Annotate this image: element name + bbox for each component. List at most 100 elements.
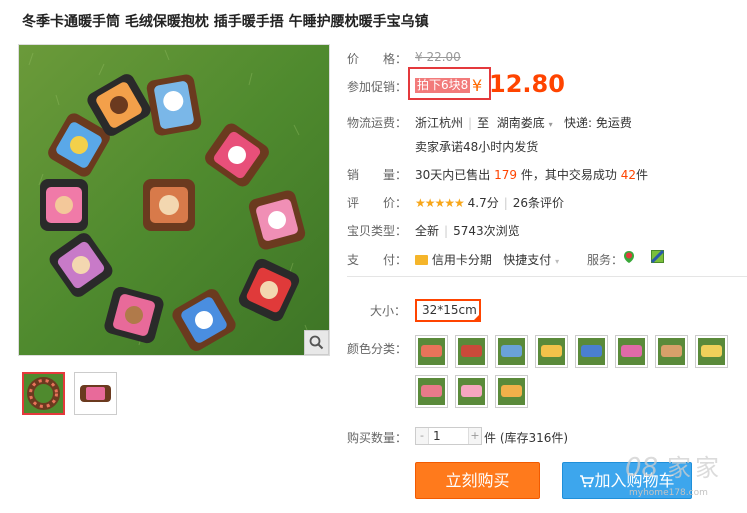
- payment-info: 信用卡分期 快捷支付 ▾: [415, 251, 559, 268]
- ship-promise: 卖家承诺48小时内发货: [415, 140, 539, 154]
- pillow-icon: [461, 345, 482, 357]
- service-quality-icon[interactable]: [650, 249, 665, 266]
- pillow-icon: [501, 345, 522, 357]
- swatch-thumbnail: [538, 338, 565, 365]
- express-fee: 快递: 免运费: [564, 116, 632, 130]
- success-count: 42: [620, 168, 636, 182]
- shipping-info: 浙江杭州 | 至 湖南娄底 ▾ 快递: 免运费: [415, 116, 632, 130]
- rating-score: 4.7分: [467, 196, 499, 210]
- buy-now-button[interactable]: 立刻购买: [415, 462, 540, 499]
- type-label: 宝贝类型：: [347, 224, 408, 238]
- swatch-thumbnail: [498, 338, 525, 365]
- promo-label: 参加促销：: [347, 80, 408, 94]
- pillow-icon: [421, 345, 442, 357]
- pillow-icon: [421, 385, 442, 397]
- sold-count: 179: [494, 168, 518, 182]
- condition: 全新: [415, 224, 440, 238]
- price-label: 价 格：: [347, 52, 408, 66]
- pillow-icon: [581, 345, 602, 357]
- color-swatch[interactable]: [655, 335, 688, 368]
- sales-info: 30天内已售出 179 件，其中交易成功 42件: [415, 166, 648, 183]
- swatch-thumbnail: [498, 378, 525, 405]
- pillow-icon: [621, 345, 642, 357]
- quantity-decrease-button[interactable]: -: [416, 428, 428, 444]
- thumbnail-1-image: [24, 374, 63, 413]
- size-option-selected[interactable]: 32*15cm: [415, 299, 481, 322]
- pillow-icon: [501, 385, 522, 397]
- color-swatch[interactable]: [695, 335, 728, 368]
- color-swatch[interactable]: [415, 375, 448, 408]
- chevron-down-icon: ▾: [555, 257, 560, 266]
- ship-to-value: 湖南娄底: [496, 116, 545, 130]
- current-price: 12.80: [489, 70, 565, 98]
- sales-mid: 件，其中交易成功: [520, 168, 617, 182]
- thumbnail-1[interactable]: [22, 372, 65, 415]
- type-info: 全新 | 5743次浏览: [415, 224, 520, 238]
- thumbnail-2[interactable]: [74, 372, 117, 415]
- rating-info: ★★★★★ 4.7分 | 26条评价: [415, 196, 565, 210]
- pillow-icon: [541, 345, 562, 357]
- rating-label: 评 价：: [347, 196, 408, 210]
- color-swatch[interactable]: [455, 335, 488, 368]
- size-option-label: 32*15cm: [422, 303, 477, 317]
- quantity-increase-button[interactable]: +: [469, 428, 481, 444]
- pillow-icon: [701, 345, 722, 357]
- swatch-thumbnail: [418, 338, 445, 365]
- currency-symbol: ¥: [472, 76, 483, 95]
- color-swatch[interactable]: [455, 375, 488, 408]
- color-label: 颜色分类：: [347, 342, 408, 356]
- color-swatch[interactable]: [495, 335, 528, 368]
- sales-suffix: 件: [635, 168, 648, 182]
- color-swatch[interactable]: [615, 335, 648, 368]
- credit-card-icon: [415, 255, 428, 265]
- swatch-thumbnail: [458, 338, 485, 365]
- cart-icon: [579, 465, 595, 500]
- svg-text:08: 08: [625, 453, 658, 483]
- section-divider: [347, 276, 747, 277]
- review-count-link[interactable]: 26条评价: [513, 196, 564, 210]
- pillow-icon: [661, 345, 682, 357]
- original-price-value: ¥ 22.00: [415, 50, 461, 64]
- magnifier-icon: [309, 335, 324, 350]
- quantity-label: 购买数量：: [347, 431, 408, 445]
- sales-prefix: 30天内已售出: [415, 168, 491, 182]
- color-swatch[interactable]: [495, 375, 528, 408]
- ship-from: 浙江杭州: [415, 116, 464, 130]
- swatch-thumbnail: [458, 378, 485, 405]
- credit-installment-link[interactable]: 信用卡分期: [432, 253, 492, 267]
- product-title: 冬季卡通暖手筒 毛绒保暖抱枕 插手暖手捂 午睡护腰枕暖手宝乌镇: [22, 14, 429, 30]
- zoom-button[interactable]: [304, 330, 329, 355]
- selected-check-icon: [473, 314, 480, 321]
- swatch-thumbnail: [658, 338, 685, 365]
- thumbnail-2-image: [75, 373, 116, 414]
- original-price: ¥ 22.00: [415, 50, 461, 64]
- pillow-icon: [461, 385, 482, 397]
- quick-pay-dropdown[interactable]: 快捷支付 ▾: [503, 253, 559, 267]
- view-count: 5743次浏览: [453, 224, 520, 238]
- swatch-thumbnail: [698, 338, 725, 365]
- star-rating-icon: ★★★★★: [415, 196, 465, 210]
- quantity-input[interactable]: 1: [428, 428, 469, 444]
- payment-label: 支 付：: [347, 253, 408, 267]
- color-swatch[interactable]: [535, 335, 568, 368]
- size-label: 大小：: [370, 304, 407, 318]
- product-photo: [19, 45, 329, 355]
- quick-pay-label: 快捷支付: [503, 253, 552, 267]
- chevron-down-icon: ▾: [548, 120, 553, 129]
- quantity-stepper: - 1 +: [415, 427, 482, 445]
- svg-text:家: 家: [695, 454, 719, 482]
- color-swatch[interactable]: [575, 335, 608, 368]
- stock-info: 件 (库存316件): [484, 431, 569, 445]
- swatch-thumbnail: [618, 338, 645, 365]
- swatch-thumbnail: [578, 338, 605, 365]
- service-label: 服务：: [587, 253, 624, 267]
- service-guarantee-icon[interactable]: [622, 250, 636, 267]
- svg-text:家: 家: [667, 454, 691, 482]
- ship-to-prefix: 至: [477, 116, 490, 130]
- shipping-label: 物流运费：: [347, 116, 408, 130]
- main-product-image[interactable]: [18, 44, 330, 356]
- promo-tag: 拍下6块8: [415, 78, 471, 93]
- color-swatch[interactable]: [415, 335, 448, 368]
- sales-label: 销 量：: [347, 168, 408, 182]
- ship-to-dropdown[interactable]: 湖南娄底 ▾: [497, 116, 553, 130]
